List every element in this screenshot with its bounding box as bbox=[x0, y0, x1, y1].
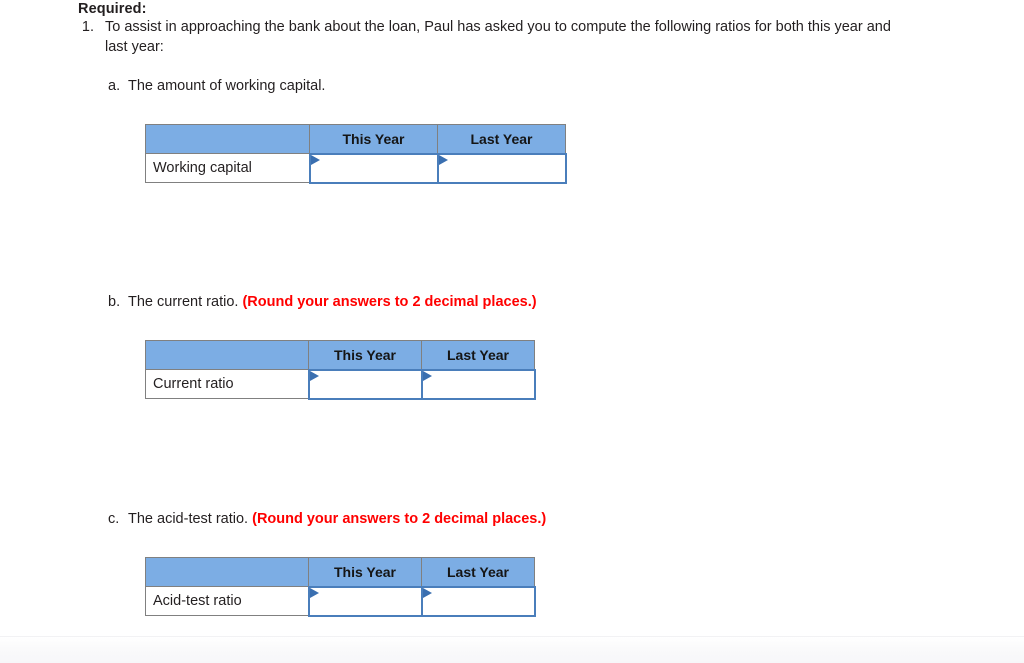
table-header-row: This Year Last Year bbox=[145, 340, 535, 370]
input-marker-triangle-icon bbox=[422, 587, 432, 598]
working-capital-this-year-input[interactable] bbox=[308, 152, 439, 184]
input-marker-triangle-icon bbox=[309, 370, 319, 381]
current-ratio-this-year-input[interactable] bbox=[307, 368, 423, 400]
acid-test-ratio-this-year-input[interactable] bbox=[307, 585, 423, 617]
acid-test-ratio-table: This Year Last Year Acid-test ratio bbox=[145, 557, 536, 617]
current-ratio-this-year-value bbox=[310, 372, 421, 397]
sub-item-b-round-note: (Round your answers to 2 decimal places.… bbox=[242, 294, 537, 310]
page-bottom-strip bbox=[0, 636, 1024, 663]
table-header-row: This Year Last Year bbox=[145, 124, 566, 154]
input-marker-triangle-icon bbox=[422, 370, 432, 381]
table-b-header-last-year: Last Year bbox=[421, 340, 535, 370]
question-text: To assist in approaching the bank about … bbox=[105, 19, 891, 55]
table-c-row-label: Acid-test ratio bbox=[145, 586, 309, 616]
sub-item-a-letter: a. bbox=[108, 78, 121, 94]
acid-test-ratio-last-year-input[interactable] bbox=[420, 585, 536, 617]
table-b-header-this-year: This Year bbox=[308, 340, 422, 370]
sub-item-c-text: The acid-test ratio. bbox=[128, 511, 249, 527]
table-row: Current ratio bbox=[145, 368, 536, 400]
table-row: Acid-test ratio bbox=[145, 585, 536, 617]
question-number: 1. bbox=[81, 19, 94, 35]
acid-test-ratio-this-year-value bbox=[310, 589, 421, 614]
table-a-header-last-year: Last Year bbox=[437, 124, 566, 154]
working-capital-this-year-value bbox=[311, 156, 437, 181]
sub-item-b-text: The current ratio. bbox=[128, 294, 239, 310]
table-c-header-last-year: Last Year bbox=[421, 557, 535, 587]
current-ratio-last-year-input[interactable] bbox=[420, 368, 536, 400]
sub-item-c-round-note: (Round your answers to 2 decimal places.… bbox=[252, 511, 547, 527]
working-capital-last-year-value bbox=[439, 156, 565, 181]
required-heading: Required: bbox=[78, 1, 147, 17]
working-capital-table: This Year Last Year Working capital bbox=[145, 124, 567, 184]
table-a-corner-header bbox=[145, 124, 310, 154]
acid-test-ratio-last-year-value bbox=[423, 589, 534, 614]
input-marker-triangle-icon bbox=[309, 587, 319, 598]
table-row: Working capital bbox=[145, 152, 567, 184]
sub-item-b: b. The current ratio. (Round your answers… bbox=[108, 293, 537, 312]
table-b-corner-header bbox=[145, 340, 309, 370]
sub-item-a-text: The amount of working capital. bbox=[128, 78, 326, 94]
table-c-corner-header bbox=[145, 557, 309, 587]
table-a-row-label: Working capital bbox=[145, 153, 310, 183]
input-marker-triangle-icon bbox=[310, 154, 320, 165]
input-marker-triangle-icon bbox=[438, 154, 448, 165]
table-header-row: This Year Last Year bbox=[145, 557, 535, 587]
question-item-1: 1. To assist in approaching the bank abo… bbox=[72, 18, 902, 57]
sub-item-a: a. The amount of working capital. bbox=[108, 77, 325, 96]
table-a-header-this-year: This Year bbox=[309, 124, 438, 154]
working-capital-last-year-input[interactable] bbox=[436, 152, 567, 184]
sub-item-c-letter: c. bbox=[108, 511, 120, 527]
current-ratio-table: This Year Last Year Current ratio bbox=[145, 340, 536, 400]
current-ratio-last-year-value bbox=[423, 372, 534, 397]
table-b-row-label: Current ratio bbox=[145, 369, 309, 399]
sub-item-b-letter: b. bbox=[108, 294, 121, 310]
sub-item-c: c. The acid-test ratio. (Round your answe… bbox=[108, 510, 546, 529]
worksheet-page: Required: 1. To assist in approaching th… bbox=[0, 0, 1024, 663]
table-c-header-this-year: This Year bbox=[308, 557, 422, 587]
